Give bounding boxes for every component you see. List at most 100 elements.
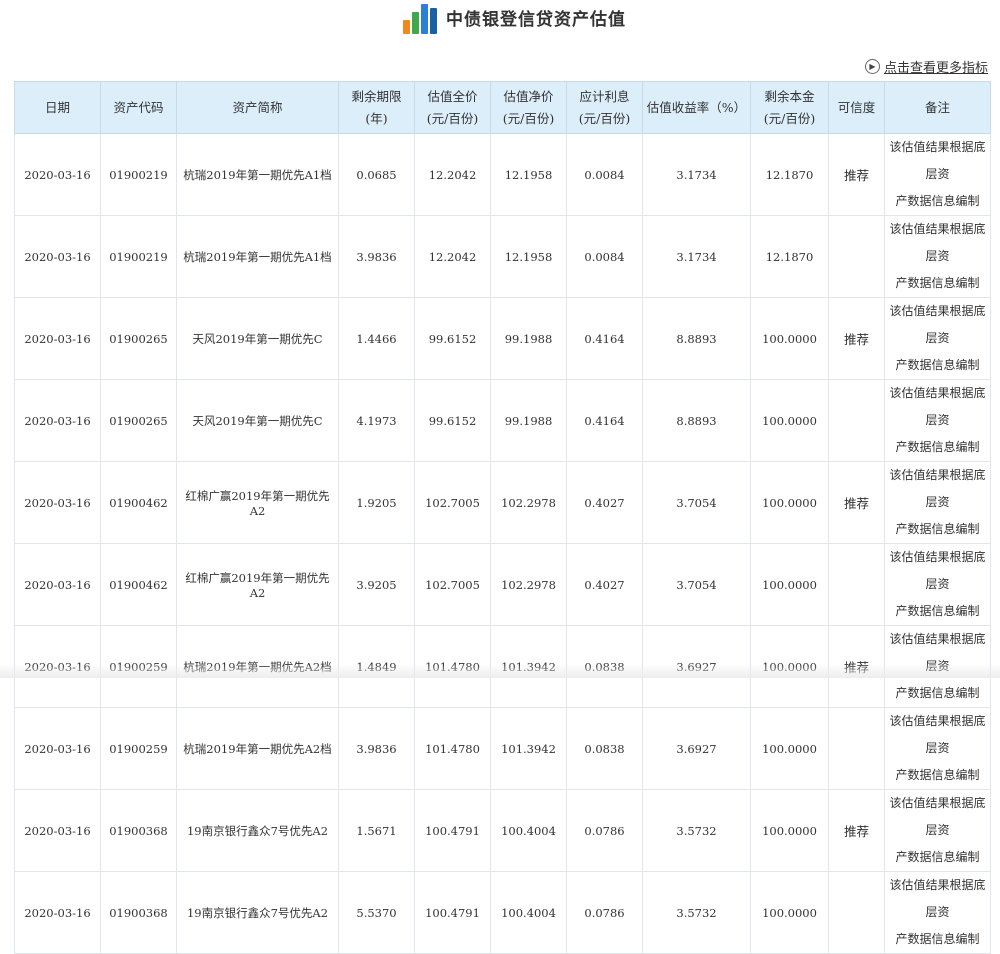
remark-line: 该估值结果根据底层资 [889,216,986,270]
remaining-term-cell: 0.0685 [339,134,415,216]
bottom-fade [0,664,1000,678]
credibility-cell [829,544,885,626]
column-header: 估值收益率（%） [643,82,751,134]
net-price-cell: 12.1958 [491,134,567,216]
table-row[interactable]: 2020-03-1601900259杭瑞2019年第一期优先A2档3.9836 1… [15,708,991,790]
column-header-label: 剩余期限 [341,86,412,108]
remark-line: 产数据信息编制 [889,270,986,297]
full-price-cell: 100.4791 [415,872,491,954]
column-header: 剩余期限(年) [339,82,415,134]
remark-line: 该估值结果根据底层资 [889,872,986,926]
remaining-principal-cell: 12.1870 [751,134,829,216]
remaining-term-cell: 3.9836 [339,708,415,790]
column-header: 应计利息(元/百份) [567,82,643,134]
remaining-principal-cell: 100.0000 [751,708,829,790]
column-header: 可信度 [829,82,885,134]
full-price-cell: 12.2042 [415,216,491,298]
column-header: 估值净价(元/百份) [491,82,567,134]
yield-cell: 3.5732 [643,790,751,872]
accrued-interest-cell: 0.0786 [567,872,643,954]
column-header-label: 可信度 [831,97,882,119]
asset-name-cell: 杭瑞2019年第一期优先A1档 [177,216,339,298]
table-row[interactable]: 2020-03-1601900219杭瑞2019年第一期优先A1档3.98361… [15,216,991,298]
table-row[interactable]: 2020-03-160190036819南京银行鑫众7号优先A21.567110… [15,790,991,872]
asset-code-cell: 01900462 [101,544,177,626]
net-price-cell: 99.1988 [491,380,567,462]
table-row[interactable]: 2020-03-1601900462红棉广赢2019年第一期优先A21.9205… [15,462,991,544]
remark-line: 该估值结果根据底层资 [889,544,986,598]
remaining-term-cell: 1.9205 [339,462,415,544]
valuation-table: 日期资产代码资产简称剩余期限(年)估值全价(元/百份)估值净价(元/百份)应计利… [14,81,991,954]
net-price-cell: 99.1988 [491,298,567,380]
credibility-cell [829,708,885,790]
remark-line: 该估值结果根据底层资 [889,790,986,844]
date-cell: 2020-03-16 [15,380,101,462]
column-header-unit: (元/百份) [493,108,564,130]
accrued-interest-cell: 0.0084 [567,134,643,216]
column-header-label: 剩余本金 [753,86,826,108]
table-row[interactable]: 2020-03-160190036819南京银行鑫众7号优先A25.537010… [15,872,991,954]
more-indicators-link[interactable]: ▶ 点击查看更多指标 [865,57,988,76]
remaining-principal-cell: 12.1870 [751,216,829,298]
credibility-cell: 推荐 [829,462,885,544]
asset-code-cell: 01900219 [101,134,177,216]
table-row[interactable]: 2020-03-1601900265天风2019年第一期优先C4.197399.… [15,380,991,462]
page-title: 中债银登信贷资产估值 [446,5,626,30]
net-price-cell: 102.2978 [491,462,567,544]
more-indicators-label: 点击查看更多指标 [884,57,988,76]
asset-name-cell: 红棉广赢2019年第一期优先A2 [177,544,339,626]
remark-line: 产数据信息编制 [889,434,986,461]
column-header: 资产简称 [177,82,339,134]
asset-name-cell: 19南京银行鑫众7号优先A2 [177,790,339,872]
date-cell: 2020-03-16 [15,298,101,380]
date-cell: 2020-03-16 [15,872,101,954]
remark-line: 该估值结果根据底层资 [889,298,986,352]
date-cell: 2020-03-16 [15,462,101,544]
remaining-term-cell: 1.5671 [339,790,415,872]
column-header: 剩余本金(元/百份) [751,82,829,134]
accrued-interest-cell: 0.4027 [567,544,643,626]
asset-name-cell: 杭瑞2019年第一期优先A2档 [177,708,339,790]
remark-line: 产数据信息编制 [889,762,986,789]
accrued-interest-cell: 0.4164 [567,298,643,380]
remark-cell: 该估值结果根据底层资产数据信息编制 [885,872,991,954]
remark-cell: 该估值结果根据底层资产数据信息编制 [885,216,991,298]
date-cell: 2020-03-16 [15,708,101,790]
remark-cell: 该估值结果根据底层资产数据信息编制 [885,134,991,216]
net-price-cell: 102.2978 [491,544,567,626]
accrued-interest-cell: 0.0838 [567,708,643,790]
remark-cell: 该估值结果根据底层资产数据信息编制 [885,298,991,380]
asset-name-cell: 19南京银行鑫众7号优先A2 [177,872,339,954]
column-header-unit: (元/百份) [569,108,640,130]
yield-cell: 3.1734 [643,216,751,298]
table-row[interactable]: 2020-03-1601900265天风2019年第一期优先C1.446699.… [15,298,991,380]
yield-cell: 8.8893 [643,380,751,462]
yield-cell: 8.8893 [643,298,751,380]
yield-cell: 3.6927 [643,708,751,790]
yield-cell: 3.7054 [643,462,751,544]
net-price-cell: 100.4004 [491,872,567,954]
credibility-cell: 推荐 [829,134,885,216]
accrued-interest-cell: 0.4027 [567,462,643,544]
credibility-cell [829,216,885,298]
remark-line: 产数据信息编制 [889,680,986,707]
remaining-term-cell: 5.5370 [339,872,415,954]
column-header: 资产代码 [101,82,177,134]
asset-code-cell: 01900368 [101,790,177,872]
table-row[interactable]: 2020-03-1601900219杭瑞2019年第一期优先A1档0.06851… [15,134,991,216]
table-row[interactable]: 2020-03-1601900462红棉广赢2019年第一期优先A23.9205… [15,544,991,626]
date-cell: 2020-03-16 [15,544,101,626]
remark-line: 产数据信息编制 [889,926,986,953]
remaining-principal-cell: 100.0000 [751,790,829,872]
remaining-principal-cell: 100.0000 [751,380,829,462]
column-header: 估值全价(元/百份) [415,82,491,134]
asset-code-cell: 01900259 [101,708,177,790]
asset-code-cell: 01900265 [101,380,177,462]
full-price-cell: 102.7005 [415,462,491,544]
remark-line: 产数据信息编制 [889,352,986,379]
remaining-term-cell: 1.4466 [339,298,415,380]
accrued-interest-cell: 0.0084 [567,216,643,298]
date-cell: 2020-03-16 [15,134,101,216]
remark-cell: 该估值结果根据底层资产数据信息编制 [885,790,991,872]
asset-name-cell: 红棉广赢2019年第一期优先A2 [177,462,339,544]
